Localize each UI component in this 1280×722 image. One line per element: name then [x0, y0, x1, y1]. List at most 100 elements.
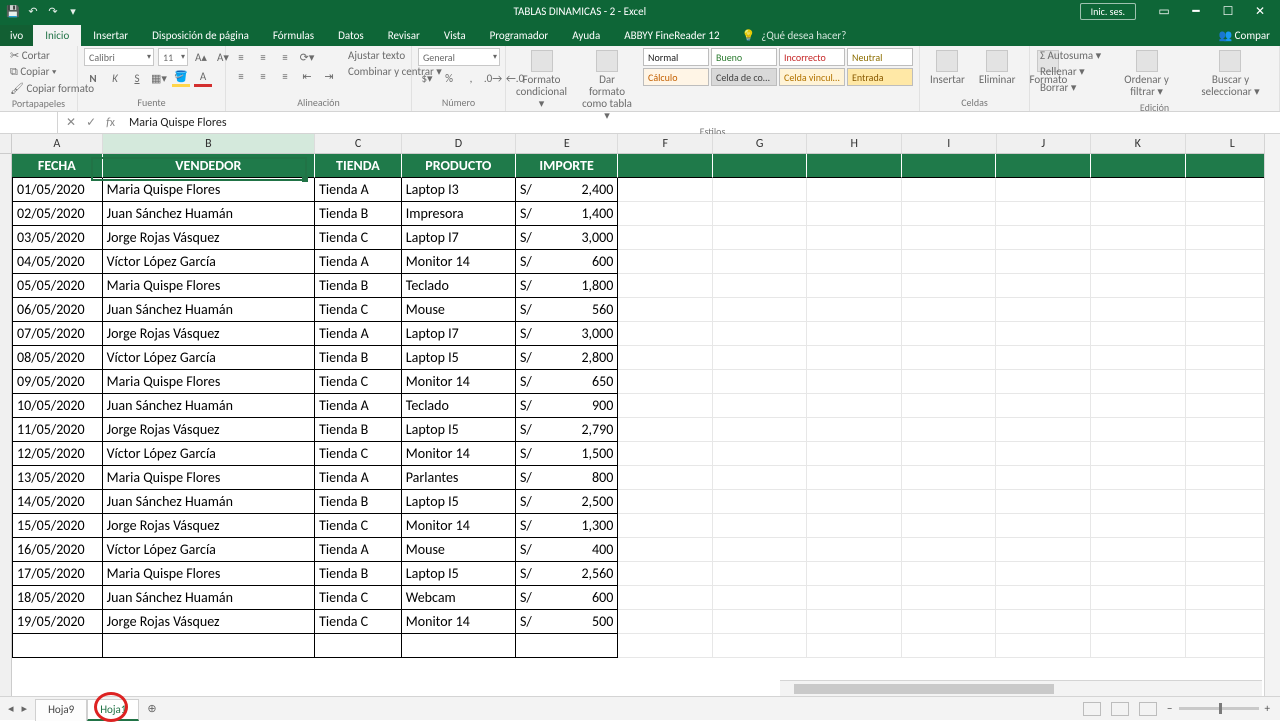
increase-indent-icon[interactable]: ⇥ — [320, 67, 338, 85]
table-cell[interactable] — [807, 226, 902, 250]
table-cell[interactable]: Tienda B — [315, 562, 402, 586]
table-cell[interactable] — [902, 250, 997, 274]
column-header-A[interactable]: A — [12, 134, 103, 153]
ribbon-tab-vista[interactable]: Vista — [432, 25, 478, 46]
table-cell[interactable] — [996, 466, 1091, 490]
table-cell[interactable] — [1091, 586, 1186, 610]
table-cell[interactable]: Laptop I7 — [402, 226, 516, 250]
table-cell[interactable] — [996, 370, 1091, 394]
share-button[interactable]: 👥 Compar — [1208, 25, 1280, 46]
column-header-K[interactable]: K — [1091, 134, 1186, 153]
table-cell[interactable] — [713, 346, 808, 370]
column-header-D[interactable]: D — [402, 134, 516, 153]
table-cell[interactable] — [996, 538, 1091, 562]
table-cell[interactable]: 16/05/2020 — [12, 538, 103, 562]
table-cell[interactable] — [618, 490, 713, 514]
table-cell[interactable] — [807, 322, 902, 346]
table-cell[interactable] — [618, 466, 713, 490]
table-cell[interactable] — [713, 178, 808, 202]
table-cell[interactable]: Juan Sánchez Huamán — [103, 394, 315, 418]
table-cell[interactable]: Laptop I5 — [402, 490, 516, 514]
table-header-cell[interactable]: IMPORTE — [516, 154, 618, 178]
table-cell[interactable]: Mouse — [402, 298, 516, 322]
table-cell[interactable] — [902, 442, 997, 466]
maximize-button[interactable]: ☐ — [1214, 4, 1242, 19]
select-all-corner[interactable] — [0, 134, 12, 154]
table-cell[interactable] — [713, 466, 808, 490]
table-cell[interactable] — [713, 490, 808, 514]
table-cell[interactable] — [996, 274, 1091, 298]
align-center-icon[interactable]: ≡ — [254, 67, 272, 85]
table-cell[interactable]: Tienda A — [315, 250, 402, 274]
table-cell[interactable]: 10/05/2020 — [12, 394, 103, 418]
table-header-cell[interactable]: VENDEDOR — [103, 154, 315, 178]
table-cell[interactable] — [807, 298, 902, 322]
table-cell[interactable] — [402, 634, 516, 658]
table-cell[interactable]: Jorge Rojas Vásquez — [103, 418, 315, 442]
table-cell[interactable]: S/3,000 — [516, 226, 618, 250]
undo-icon[interactable]: ↶ — [26, 4, 40, 18]
table-cell[interactable] — [618, 346, 713, 370]
table-cell[interactable] — [1091, 466, 1186, 490]
table-cell[interactable] — [516, 634, 618, 658]
table-cell[interactable]: Tienda A — [315, 322, 402, 346]
format-as-table-button[interactable]: Dar formato como tabla ▾ — [577, 48, 637, 124]
table-cell[interactable] — [996, 178, 1091, 202]
table-cell[interactable] — [996, 634, 1091, 658]
table-cell[interactable]: Tienda C — [315, 298, 402, 322]
table-header-cell[interactable] — [1091, 154, 1186, 178]
delete-cells-button[interactable]: Eliminar — [975, 48, 1020, 88]
table-cell[interactable] — [902, 634, 997, 658]
table-cell[interactable] — [996, 610, 1091, 634]
ribbon-tab-inicio[interactable]: Inicio — [33, 25, 81, 46]
orientation-icon[interactable]: ⟳▾ — [298, 48, 316, 66]
ribbon-tab-ayuda[interactable]: Ayuda — [560, 25, 612, 46]
style-check[interactable]: Celda de co… — [711, 68, 777, 86]
cancel-formula-icon[interactable]: ✕ — [66, 115, 76, 130]
table-cell[interactable] — [807, 274, 902, 298]
table-cell[interactable]: S/600 — [516, 250, 618, 274]
table-cell[interactable]: Webcam — [402, 586, 516, 610]
table-cell[interactable] — [618, 562, 713, 586]
underline-icon[interactable]: S — [128, 69, 146, 87]
table-cell[interactable]: S/2,500 — [516, 490, 618, 514]
table-cell[interactable] — [618, 442, 713, 466]
table-cell[interactable]: 17/05/2020 — [12, 562, 103, 586]
table-cell[interactable]: Teclado — [402, 274, 516, 298]
number-format-select[interactable]: General — [418, 48, 500, 66]
table-cell[interactable]: S/400 — [516, 538, 618, 562]
table-cell[interactable] — [618, 394, 713, 418]
table-cell[interactable]: 15/05/2020 — [12, 514, 103, 538]
table-cell[interactable] — [618, 250, 713, 274]
table-cell[interactable]: Monitor 14 — [402, 610, 516, 634]
table-cell[interactable] — [807, 202, 902, 226]
table-cell[interactable]: S/560 — [516, 298, 618, 322]
table-cell[interactable] — [807, 562, 902, 586]
table-header-cell[interactable] — [807, 154, 902, 178]
table-cell[interactable] — [12, 634, 103, 658]
save-icon[interactable]: 💾 — [6, 4, 20, 18]
table-cell[interactable] — [1091, 394, 1186, 418]
table-cell[interactable]: Maria Quispe Flores — [103, 466, 315, 490]
table-cell[interactable] — [618, 202, 713, 226]
table-cell[interactable] — [902, 178, 997, 202]
table-cell[interactable] — [713, 418, 808, 442]
style-linked[interactable]: Celda vincul… — [779, 68, 845, 86]
table-cell[interactable] — [902, 610, 997, 634]
table-header-cell[interactable] — [618, 154, 713, 178]
table-cell[interactable]: S/1,500 — [516, 442, 618, 466]
column-header-G[interactable]: G — [713, 134, 808, 153]
table-header-cell[interactable] — [713, 154, 808, 178]
column-header-C[interactable]: C — [315, 134, 402, 153]
normal-view-button[interactable] — [1083, 702, 1101, 716]
style-input[interactable]: Entrada — [847, 68, 913, 86]
table-cell[interactable] — [618, 274, 713, 298]
table-cell[interactable]: Tienda B — [315, 274, 402, 298]
table-cell[interactable] — [902, 514, 997, 538]
table-cell[interactable]: Tienda C — [315, 370, 402, 394]
table-header-cell[interactable]: TIENDA — [315, 154, 402, 178]
table-cell[interactable]: Laptop I5 — [402, 346, 516, 370]
table-cell[interactable] — [618, 634, 713, 658]
decrease-indent-icon[interactable]: ⇤ — [298, 67, 316, 85]
table-cell[interactable] — [902, 226, 997, 250]
